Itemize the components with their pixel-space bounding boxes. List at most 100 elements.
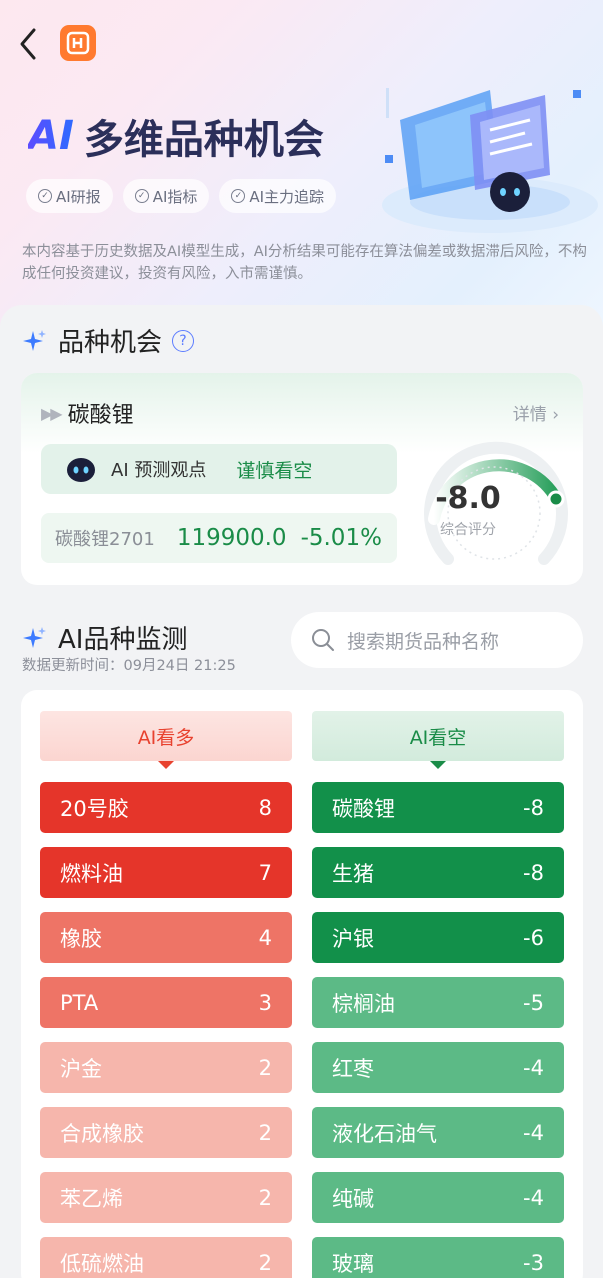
tag-ai-indicator[interactable]: ✓ AI指标 (122, 179, 210, 213)
search-placeholder: 搜索期货品种名称 (347, 630, 500, 653)
commodity-name: 生猪 (332, 861, 374, 886)
commodity-name: 红枣 (332, 1056, 374, 1081)
prediction-label: AI 预测观点 (111, 460, 207, 481)
sparkle-icon (23, 329, 46, 351)
section-title: 品种机会 (58, 328, 163, 358)
commodity-name: 低硫燃油 (60, 1251, 144, 1276)
commodity-score: 2 (258, 1055, 272, 1080)
commodity-score: -8 (523, 795, 544, 820)
check-circle-icon: ✓ (38, 189, 52, 203)
tag-ai-report[interactable]: ✓ AI研报 (26, 179, 113, 213)
opportunity-card[interactable]: ▶▶ 碳酸锂 详情 › AI 预测观点 谨慎看空 碳酸锂2701 119900.… (21, 373, 583, 585)
list-item[interactable]: 棕榈油 -5 (312, 977, 564, 1028)
commodity-score: -3 (523, 1250, 544, 1275)
section-opportunity-header: 品种机会 ? (22, 322, 195, 359)
app-logo-icon (60, 25, 96, 61)
list-item[interactable]: 20号胶 8 (40, 782, 292, 833)
commodity-name: 棕榈油 (332, 991, 395, 1016)
section-monitor-header: AI品种监测 (22, 619, 187, 656)
commodity-name: 沪金 (60, 1056, 102, 1081)
check-circle-icon: ✓ (134, 189, 149, 203)
commodity-score: 3 (258, 990, 272, 1015)
commodity-score: -6 (523, 925, 544, 950)
sparkle-icon (23, 626, 46, 648)
list-item[interactable]: 沪银 -6 (312, 912, 564, 963)
list-item[interactable]: 橡胶 4 (40, 912, 292, 963)
commodity-score: -8 (523, 860, 544, 885)
commodity-name: 合成橡胶 (60, 1121, 144, 1146)
commodity-name: 液化石油气 (332, 1121, 437, 1146)
commodity-name: 苯乙烯 (60, 1186, 123, 1211)
double-arrow-icon: ▶▶ (41, 403, 63, 423)
score-value: -8.0 (435, 481, 501, 516)
commodity-score: 7 (258, 860, 272, 885)
title-ai: AI (28, 113, 74, 159)
list-item[interactable]: 红枣 -4 (312, 1042, 564, 1093)
search-icon (312, 629, 334, 651)
list-item[interactable]: PTA 3 (40, 977, 292, 1028)
list-item[interactable]: 生猪 -8 (312, 847, 564, 898)
list-item[interactable]: 苯乙烯 2 (40, 1172, 292, 1223)
commodity-name: 燃料油 (60, 861, 123, 886)
commodity-score: 8 (258, 795, 272, 820)
commodity-name: 沪银 (332, 926, 374, 951)
detail-link[interactable]: 详情 › (513, 400, 559, 425)
list-item[interactable]: 沪金 2 (40, 1042, 292, 1093)
page-title: AI 多维品种机会 (28, 108, 324, 164)
commodity-name: 碳酸锂 (67, 403, 134, 428)
tag-label: AI指标 (152, 187, 198, 206)
list-item[interactable]: 低硫燃油 2 (40, 1237, 292, 1278)
search-input[interactable]: 搜索期货品种名称 (291, 612, 583, 668)
commodity-name: 纯碱 (332, 1186, 374, 1211)
bullish-label: AI看多 (137, 726, 195, 749)
commodity-score: -4 (523, 1185, 544, 1210)
list-item[interactable]: 合成橡胶 2 (40, 1107, 292, 1158)
bearish-list: 碳酸锂 -8 生猪 -8 沪银 -6 棕榈油 -5 红枣 -4 液化石油气 -4 纯碱 -4 玻璃 -3 (312, 782, 564, 1278)
section-title: AI品种监测 (58, 625, 188, 655)
bullish-list: 20号胶 8 燃料油 7 橡胶 4 PTA 3 沪金 2 合成橡胶 2 苯乙烯 2 低硫燃油 2 (40, 782, 292, 1278)
tag-label: AI主力追踪 (249, 187, 325, 206)
score-label: 综合评分 (440, 522, 496, 538)
contract-code: 碳酸锂2701 (55, 529, 155, 550)
ai-illustration (382, 88, 598, 233)
monitor-list-card: AI看多 AI看空 20号胶 8 燃料油 7 橡胶 4 PTA 3 沪金 2 合成橡胶 2 苯乙烯 2 低硫… (21, 690, 583, 1278)
update-time: 数据更新时间：09月24日 21:25 (22, 658, 236, 674)
back-arrow-icon[interactable] (14, 24, 44, 64)
commodity-score: 2 (258, 1120, 272, 1145)
tag-ai-tracking[interactable]: ✓ AI主力追踪 (219, 179, 337, 213)
feature-tags: ✓ AI研报 ✓ AI指标 ✓ AI主力追踪 (26, 179, 337, 213)
list-item[interactable]: 纯碱 -4 (312, 1172, 564, 1223)
commodity-name: 20号胶 (60, 796, 129, 821)
robot-icon (67, 458, 95, 482)
commodity-score: 2 (258, 1185, 272, 1210)
pointer-icon (430, 761, 446, 769)
tab-bullish[interactable]: AI看多 (40, 711, 292, 769)
commodity-name: 玻璃 (332, 1251, 374, 1276)
contract-quote: 碳酸锂2701 119900.0 -5.01% (41, 513, 397, 563)
commodity-name: 橡胶 (60, 926, 102, 951)
bearish-label: AI看空 (409, 726, 467, 749)
tag-label: AI研报 (56, 187, 101, 206)
question-icon[interactable]: ? (172, 329, 195, 352)
list-item[interactable]: 燃料油 7 (40, 847, 292, 898)
list-item[interactable]: 液化石油气 -4 (312, 1107, 564, 1158)
commodity-name: 碳酸锂 (332, 796, 395, 821)
commodity-name: PTA (60, 990, 99, 1015)
commodity-score: -4 (523, 1055, 544, 1080)
commodity-score: 2 (258, 1250, 272, 1275)
contract-price: 119900.0 (176, 525, 287, 551)
commodity-score: -4 (523, 1120, 544, 1145)
opportunity-name: ▶▶ 碳酸锂 (41, 397, 134, 429)
tab-bearish[interactable]: AI看空 (312, 711, 564, 769)
ai-prediction: AI 预测观点 谨慎看空 (41, 444, 397, 494)
list-item[interactable]: 碳酸锂 -8 (312, 782, 564, 833)
check-circle-icon: ✓ (231, 189, 246, 203)
pointer-icon (158, 761, 174, 769)
chevron-right-icon: › (552, 405, 559, 425)
header-banner: AI 多维品种机会 ✓ AI研报 ✓ AI指标 ✓ AI主力追踪 本内容基于历史… (0, 0, 603, 330)
contract-change: -5.01% (300, 525, 382, 551)
prediction-value: 谨慎看空 (236, 459, 313, 482)
commodity-score: -5 (523, 990, 544, 1015)
list-item[interactable]: 玻璃 -3 (312, 1237, 564, 1278)
commodity-score: 4 (258, 925, 272, 950)
